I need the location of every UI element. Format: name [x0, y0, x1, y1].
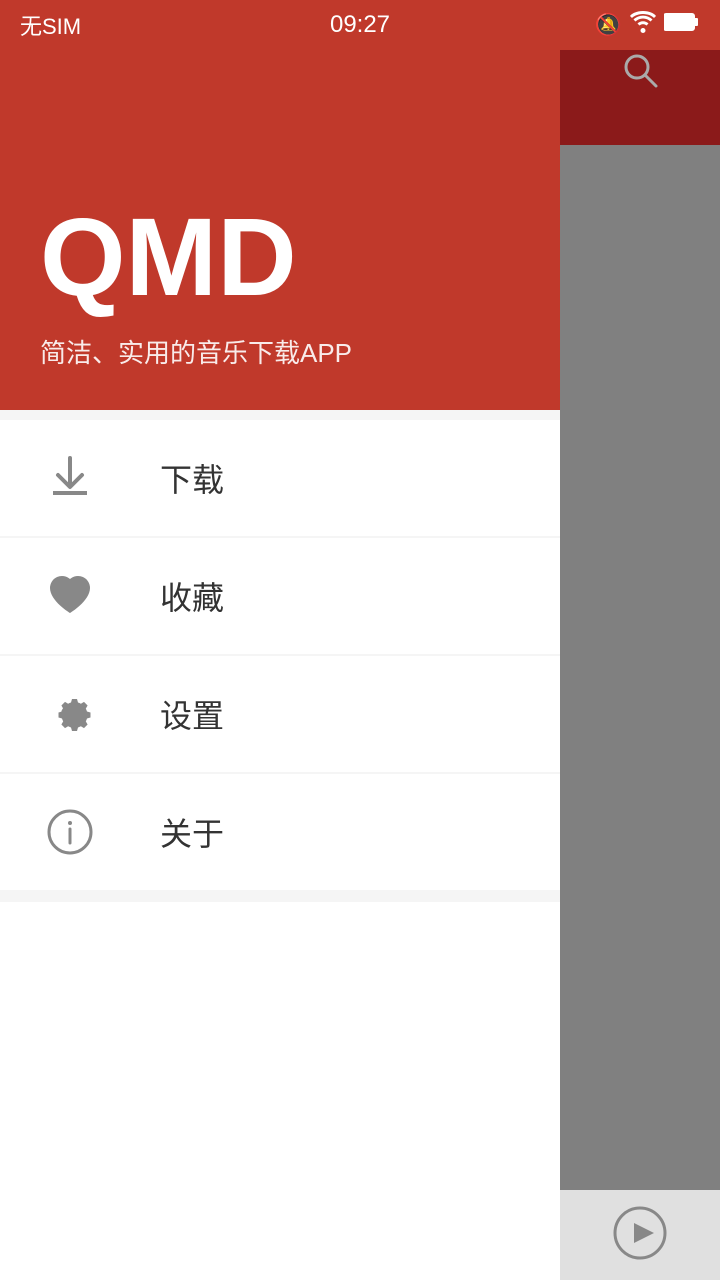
menu-label-favorites: 收藏	[160, 573, 224, 619]
download-icon	[40, 448, 100, 508]
play-button-area[interactable]	[560, 1190, 720, 1280]
drawer-header: QMD 简洁、实用的音乐下载APP	[0, 50, 560, 410]
time-label: 09:27	[330, 11, 390, 39]
gear-icon	[40, 684, 100, 744]
menu-item-about[interactable]: 关于	[0, 774, 560, 890]
status-bar: 无SIM 09:27 🔕	[0, 0, 720, 50]
navigation-drawer: QMD 简洁、实用的音乐下载APP 下载 收藏	[0, 50, 560, 1280]
menu-label-settings: 设置	[160, 691, 224, 737]
search-icon[interactable]	[618, 48, 662, 97]
battery-icon	[664, 12, 700, 38]
menu-item-settings[interactable]: 设置	[0, 656, 560, 772]
menu-label-download: 下载	[160, 455, 224, 501]
app-subtitle: 简洁、实用的音乐下载APP	[40, 333, 520, 370]
menu-item-download[interactable]: 下载	[0, 420, 560, 536]
status-icons: 🔕	[595, 11, 700, 39]
info-icon	[40, 802, 100, 862]
bell-mute-icon: 🔕	[595, 12, 622, 38]
wifi-icon	[630, 11, 656, 39]
menu-item-favorites[interactable]: 收藏	[0, 538, 560, 654]
drawer-menu: 下载 收藏 设置	[0, 410, 560, 902]
play-icon[interactable]	[612, 1205, 668, 1266]
carrier-label: 无SIM	[20, 9, 81, 41]
heart-icon	[40, 566, 100, 626]
main-content-overlay[interactable]	[560, 0, 720, 1280]
menu-label-about: 关于	[160, 809, 224, 855]
app-title: QMD	[40, 203, 520, 313]
